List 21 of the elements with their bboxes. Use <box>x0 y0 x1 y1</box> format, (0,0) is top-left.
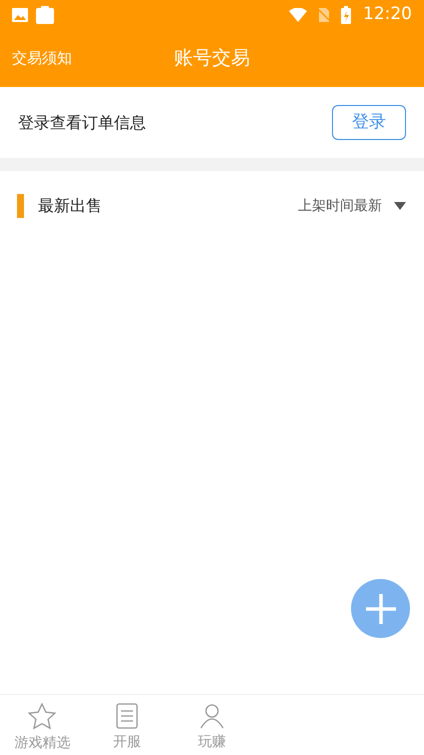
plus-icon <box>364 592 396 624</box>
document-icon <box>116 703 138 729</box>
no-sim-icon <box>319 8 329 22</box>
image-icon <box>12 8 28 22</box>
login-button[interactable]: 登录 <box>332 105 406 140</box>
tab-item[interactable]: 玩赚 <box>170 695 254 755</box>
star-icon <box>28 703 56 730</box>
caret-icon <box>394 202 406 210</box>
accent-bar <box>17 194 24 218</box>
wifi-icon <box>289 8 307 22</box>
page-title: 账号交易 <box>174 46 250 72</box>
clock-time: 12:20 <box>363 3 412 26</box>
person-icon <box>198 703 225 729</box>
notice-link[interactable]: 交易须知 <box>12 47 72 70</box>
tab-item[interactable]: 游戏精选 <box>0 695 85 755</box>
battery-icon <box>341 6 351 24</box>
sort-dropdown[interactable]: 上架时间最新 <box>298 196 406 216</box>
login-prompt: 登录查看订单信息 <box>18 112 146 134</box>
tab-item[interactable]: 开服 <box>84 695 170 755</box>
clipboard-icon <box>36 6 54 24</box>
section-title: 最新出售 <box>38 195 102 217</box>
